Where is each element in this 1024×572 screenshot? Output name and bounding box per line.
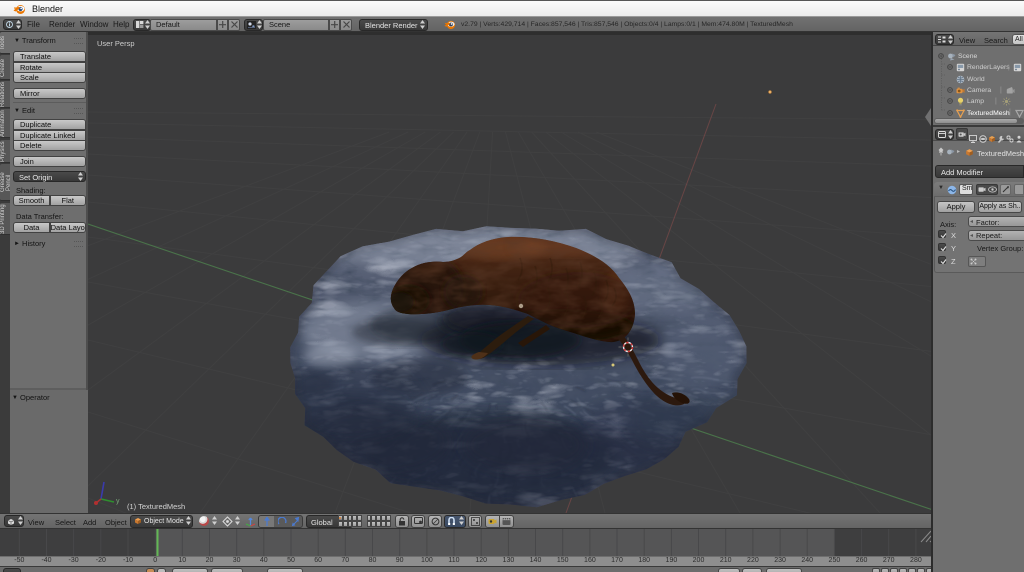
svg-text:(1) TexturedMesh: (1) TexturedMesh xyxy=(127,502,185,511)
svg-text:y: y xyxy=(116,498,120,505)
svg-text:User Persp: User Persp xyxy=(97,39,135,48)
